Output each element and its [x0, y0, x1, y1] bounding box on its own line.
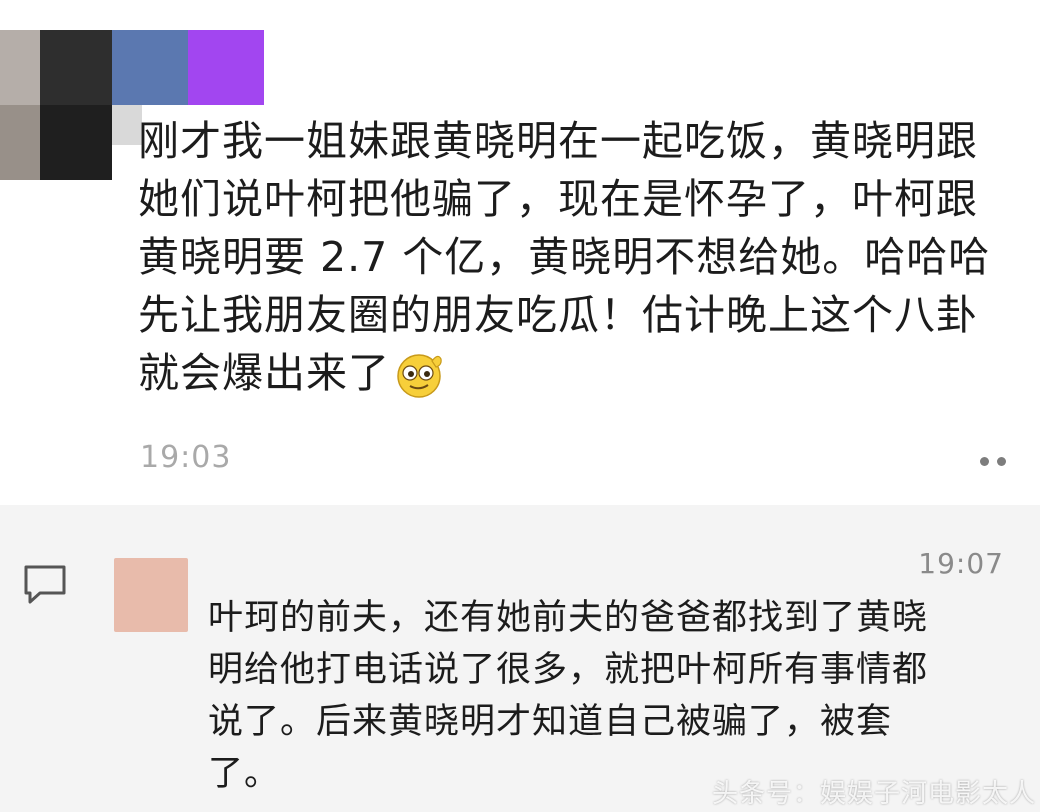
watermark: 头条号：娱娱子河电影太人 [711, 779, 1036, 809]
comment-section: 19:07 叶珂的前夫，还有她前夫的爸爸都找到了黄晓 明给他打电话说了很多，就把… [0, 505, 1040, 812]
comment-timestamp: 19:07 [918, 547, 1004, 580]
more-dot-icon [997, 456, 1006, 466]
comment-bubble-icon[interactable] [22, 563, 68, 605]
comment-text: 叶珂的前夫，还有她前夫的爸爸都找到了黄晓 明给他打电话说了很多，就把叶柯所有事情… [208, 598, 929, 794]
post-body: 刚才我一姐妹跟黄晓明在一起吃饭，黄晓明跟 她们说叶柯把他骗了，现在是怀孕了，叶柯… [138, 117, 991, 397]
avatar-tile [112, 30, 188, 105]
avatar-tile [188, 30, 264, 105]
avatar-tile [0, 105, 40, 180]
more-dot-icon [980, 456, 989, 466]
avatar-tile [40, 105, 112, 180]
sly-smile-emoji-icon [397, 354, 442, 398]
post-text: 刚才我一姐妹跟黄晓明在一起吃饭，黄晓明跟 她们说叶柯把他骗了，现在是怀孕了，叶柯… [138, 112, 1033, 402]
avatar-tile [40, 30, 112, 105]
commenter-avatar[interactable] [114, 558, 188, 632]
post-timestamp: 19:03 [140, 440, 232, 475]
moment-post: 刚才我一姐妹跟黄晓明在一起吃饭，黄晓明跟 她们说叶柯把他骗了，现在是怀孕了，叶柯… [0, 0, 1040, 505]
avatar-tile [0, 30, 40, 105]
more-options-button[interactable] [962, 440, 1024, 482]
